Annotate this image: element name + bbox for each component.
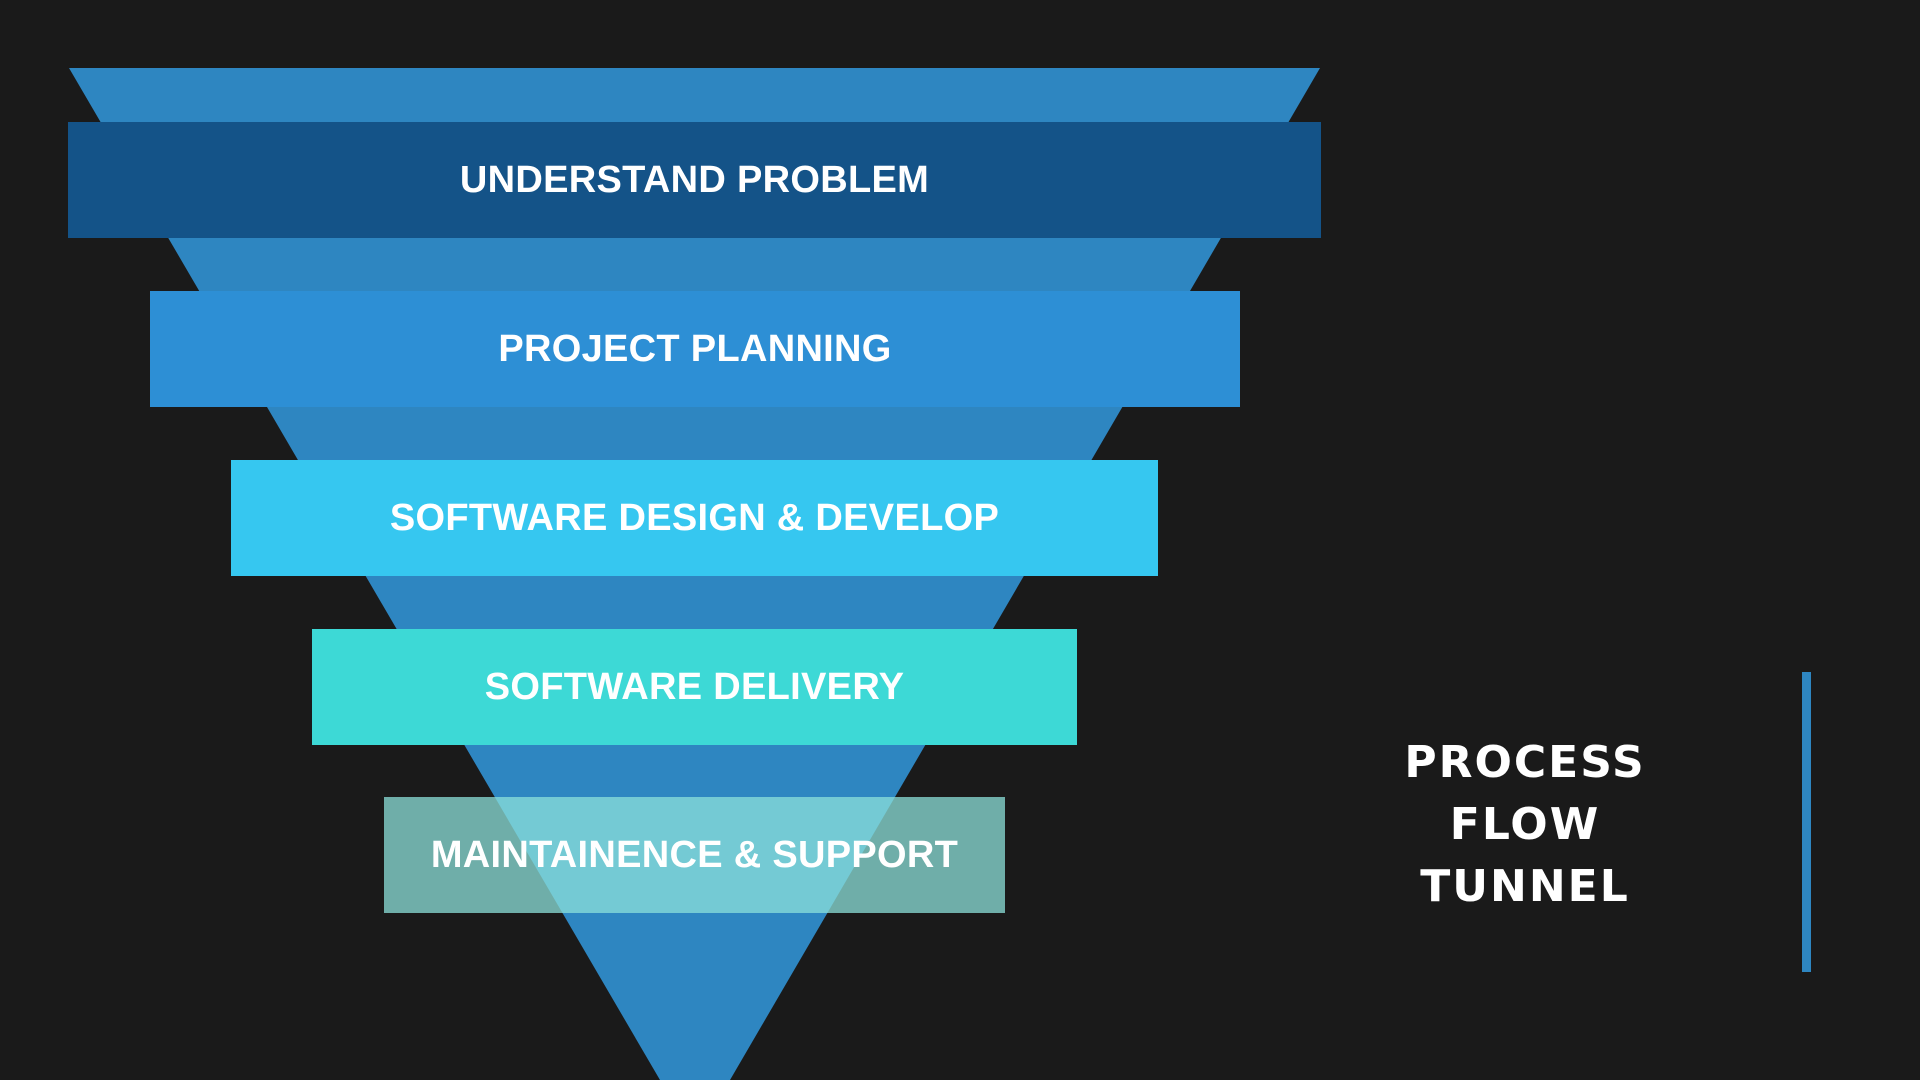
accent-bar: [1802, 672, 1811, 972]
funnel-stage-project-planning: PROJECT PLANNING: [150, 291, 1240, 407]
title-line-process: PROCESS: [1404, 737, 1646, 788]
funnel-stage-software-design-develop: SOFTWARE DESIGN & DEVELOP: [231, 460, 1158, 576]
title-line-flow: FLOW: [1449, 799, 1601, 850]
stage-label: SOFTWARE DELIVERY: [484, 665, 905, 708]
stage-label: PROJECT PLANNING: [498, 327, 892, 370]
stage-label: UNDERSTAND PROBLEM: [459, 158, 930, 201]
funnel-stage-maintenance-support: MAINTAINENCE & SUPPORT: [384, 797, 1005, 913]
title-line-tunnel: TUNNEL: [1420, 861, 1630, 912]
funnel-stage-software-delivery: SOFTWARE DELIVERY: [312, 629, 1077, 745]
stage-label: MAINTAINENCE & SUPPORT: [430, 833, 959, 876]
slide-title: PROCESS FLOW TUNNEL: [1360, 732, 1690, 918]
process-flow-slide: UNDERSTAND PROBLEM PROJECT PLANNING SOFT…: [0, 0, 1920, 1080]
funnel-stage-understand-problem: UNDERSTAND PROBLEM: [68, 122, 1321, 238]
stage-label: SOFTWARE DESIGN & DEVELOP: [389, 496, 1000, 539]
